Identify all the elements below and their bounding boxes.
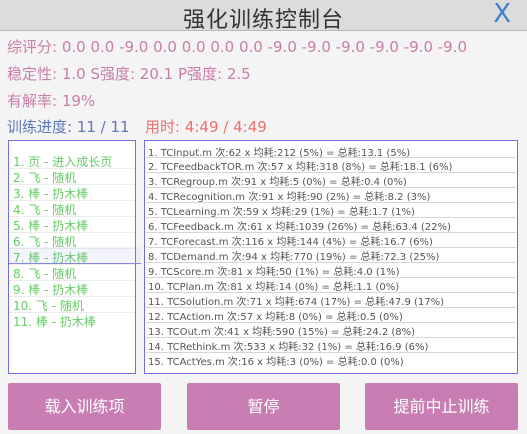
log-row: 10. TCPlan.m 次:81 x 均耗:14 (0%) = 总耗:1.1 … bbox=[148, 282, 400, 293]
log-row: 6. TCFeedback.m 次:61 x 均耗:1039 (26%) = 总… bbox=[148, 222, 451, 233]
title-bar: 强化训练控制台 X bbox=[0, 0, 527, 33]
progress-line: 训练进度: 11 / 11 bbox=[7, 118, 130, 136]
log-row: 11. TCSolution.m 次:71 x 均耗:674 (17%) = 总… bbox=[148, 297, 445, 308]
log-row: 3. TCRegroup.m 次:91 x 均耗:5 (0%) = 总耗:0.4… bbox=[148, 177, 407, 188]
pause-button[interactable]: 暂停 bbox=[187, 383, 340, 430]
log-row: 14. TCRethink.m 次:533 x 均耗:32 (1%) = 总耗:… bbox=[148, 342, 429, 353]
log-row: 15. TCActYes.m 次:16 x 均耗:3 (0%) = 总耗:0.0… bbox=[148, 357, 404, 368]
log-row: 8. TCDemand.m 次:94 x 均耗:770 (19%) = 总耗:7… bbox=[148, 252, 440, 263]
module-stats-log[interactable]: 1. TCInput.m 次:62 x 均耗:212 (5%) = 总耗:13.… bbox=[144, 140, 518, 374]
load-training-button[interactable]: 载入训练项 bbox=[8, 383, 161, 430]
window-title: 强化训练控制台 bbox=[182, 8, 344, 33]
log-row: 9. TCScore.m 次:81 x 均耗:50 (1%) = 总耗:4.0 … bbox=[148, 267, 400, 278]
close-icon[interactable]: X bbox=[493, 0, 511, 29]
stability-line: 稳定性: 1.0 S强度: 20.1 P强度: 2.5 bbox=[7, 65, 251, 83]
log-row: 7. TCForecast.m 次:116 x 均耗:144 (4%) = 总耗… bbox=[148, 237, 433, 248]
log-row: 4. TCRecognition.m 次:91 x 均耗:90 (2%) = 总… bbox=[148, 192, 431, 203]
solve-rate-line: 有解率: 19% bbox=[7, 92, 96, 110]
log-row: 12. TCAction.m 次:57 x 均耗:8 (0%) = 总耗:0.5… bbox=[148, 312, 403, 323]
stop-training-button[interactable]: 提前中止训练 bbox=[365, 383, 518, 430]
log-row: 5. TCLearning.m 次:59 x 均耗:29 (1%) = 总耗:1… bbox=[148, 207, 415, 218]
current-item-highlight bbox=[9, 247, 141, 264]
score-line: 综评分: 0.0 0.0 -9.0 0.0 0.0 0.0 0.0 -9.0 -… bbox=[7, 38, 468, 56]
time-line: 用时: 4:49 / 4:49 bbox=[145, 118, 267, 136]
log-row: 2. TCFeedbackTOR.m 次:57 x 均耗:318 (8%) = … bbox=[148, 162, 453, 173]
log-row: 13. TCOut.m 次:41 x 均耗:590 (15%) = 总耗:24.… bbox=[148, 327, 416, 338]
list-item[interactable]: 11. 棒 - 扔木棒 bbox=[13, 313, 96, 330]
